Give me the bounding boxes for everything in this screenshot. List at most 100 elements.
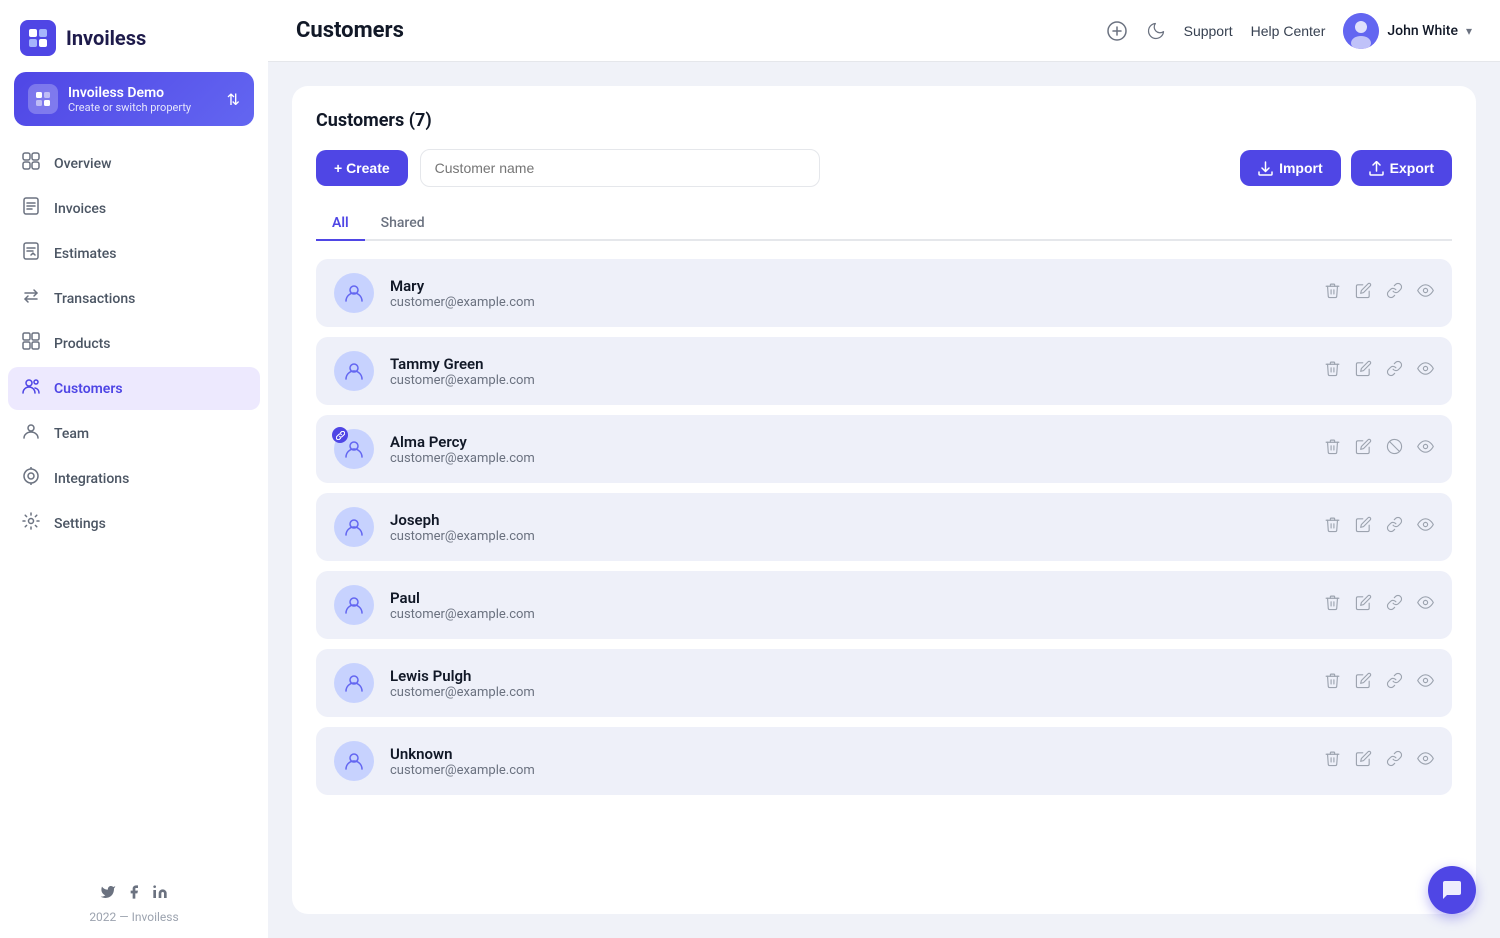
view-icon[interactable] — [1417, 438, 1434, 460]
delete-icon[interactable] — [1324, 594, 1341, 616]
view-icon[interactable] — [1417, 360, 1434, 382]
customer-row: Joseph customer@example.com — [316, 493, 1452, 561]
customer-info: Joseph customer@example.com — [390, 511, 1308, 544]
ban-icon[interactable] — [1386, 438, 1403, 460]
dark-mode-button[interactable] — [1146, 21, 1166, 41]
customer-name: Alma Percy — [390, 433, 1308, 451]
property-text: Invoiless Demo Create or switch property — [68, 85, 217, 114]
customer-email: customer@example.com — [390, 295, 1308, 310]
help-center-button[interactable]: Help Center — [1251, 23, 1326, 39]
sidebar-item-settings[interactable]: Settings — [8, 502, 260, 545]
edit-icon[interactable] — [1355, 282, 1372, 304]
edit-icon[interactable] — [1355, 516, 1372, 538]
export-button[interactable]: Export — [1351, 150, 1452, 186]
property-name: Invoiless Demo — [68, 85, 217, 101]
edit-icon[interactable] — [1355, 594, 1372, 616]
link-icon[interactable] — [1386, 360, 1403, 382]
content-area: Customers (7) + Create Import — [268, 62, 1500, 938]
create-button[interactable]: + Create — [316, 150, 408, 186]
edit-icon[interactable] — [1355, 750, 1372, 772]
delete-icon[interactable] — [1324, 360, 1341, 382]
view-icon[interactable] — [1417, 672, 1434, 694]
topbar: Customers Support Help Center — [268, 0, 1500, 62]
link-icon[interactable] — [1386, 750, 1403, 772]
main-area: Customers Support Help Center — [268, 0, 1500, 938]
delete-icon[interactable] — [1324, 516, 1341, 538]
customer-info: Unknown customer@example.com — [390, 745, 1308, 778]
sidebar-footer: 2022 — Invoiless — [0, 870, 268, 938]
customer-actions — [1324, 516, 1434, 538]
settings-icon — [20, 512, 42, 535]
overview-icon — [20, 152, 42, 175]
link-icon[interactable] — [1386, 516, 1403, 538]
sidebar-item-label: Products — [54, 336, 111, 352]
sidebar-item-customers[interactable]: Customers — [8, 367, 260, 410]
tab-shared[interactable]: Shared — [365, 207, 441, 241]
property-switcher[interactable]: Invoiless Demo Create or switch property… — [14, 72, 254, 126]
customer-email: customer@example.com — [390, 763, 1308, 778]
logo-area: Invoiless — [0, 0, 268, 72]
user-menu[interactable]: John White ▾ — [1343, 13, 1472, 49]
sidebar-item-team[interactable]: Team — [8, 412, 260, 455]
sidebar-item-estimates[interactable]: Estimates — [8, 232, 260, 275]
delete-icon[interactable] — [1324, 282, 1341, 304]
customer-info: Alma Percy customer@example.com — [390, 433, 1308, 466]
delete-icon[interactable] — [1324, 438, 1341, 460]
sidebar-item-overview[interactable]: Overview — [8, 142, 260, 185]
sidebar-item-transactions[interactable]: Transactions — [8, 277, 260, 320]
customer-actions — [1324, 360, 1434, 382]
integrations-icon — [20, 467, 42, 490]
add-button[interactable] — [1106, 20, 1128, 42]
search-input[interactable] — [420, 149, 820, 187]
edit-icon[interactable] — [1355, 672, 1372, 694]
delete-icon[interactable] — [1324, 672, 1341, 694]
view-icon[interactable] — [1417, 282, 1434, 304]
customer-email: customer@example.com — [390, 607, 1308, 622]
import-button[interactable]: Import — [1240, 150, 1341, 186]
sidebar-item-integrations[interactable]: Integrations — [8, 457, 260, 500]
link-icon[interactable] — [1386, 594, 1403, 616]
chat-bubble[interactable] — [1428, 866, 1476, 914]
nav-section: Overview Invoices — [0, 142, 268, 870]
customer-actions — [1324, 750, 1434, 772]
customer-avatar — [334, 273, 374, 313]
customer-name: Lewis Pulgh — [390, 667, 1308, 685]
tab-all[interactable]: All — [316, 207, 365, 241]
property-icon — [28, 84, 58, 114]
edit-icon[interactable] — [1355, 438, 1372, 460]
logo-text: Invoiless — [66, 26, 146, 50]
tabs: All Shared — [316, 207, 1452, 241]
view-icon[interactable] — [1417, 750, 1434, 772]
delete-icon[interactable] — [1324, 750, 1341, 772]
estimates-icon — [20, 242, 42, 265]
user-menu-chevron-icon: ▾ — [1466, 24, 1472, 38]
view-icon[interactable] — [1417, 516, 1434, 538]
customer-row: Unknown customer@example.com — [316, 727, 1452, 795]
sidebar-item-label: Team — [54, 426, 89, 442]
link-badge-icon — [332, 427, 348, 443]
content-card: Customers (7) + Create Import — [292, 86, 1476, 914]
sidebar-item-products[interactable]: Products — [8, 322, 260, 365]
topbar-actions: Support Help Center John White ▾ — [1106, 13, 1472, 49]
customers-icon — [20, 377, 42, 400]
link-icon[interactable] — [1386, 672, 1403, 694]
view-icon[interactable] — [1417, 594, 1434, 616]
sidebar-item-label: Settings — [54, 516, 106, 532]
customer-actions — [1324, 438, 1434, 460]
invoices-icon — [20, 197, 42, 220]
toolbar: + Create Import — [316, 149, 1452, 187]
sidebar-item-label: Customers — [54, 381, 123, 397]
support-button[interactable]: Support — [1184, 23, 1233, 39]
sidebar-item-invoices[interactable]: Invoices — [8, 187, 260, 230]
customer-avatar — [334, 351, 374, 391]
customer-avatar — [334, 663, 374, 703]
twitter-icon[interactable] — [100, 884, 116, 904]
page-title: Customers — [296, 18, 1090, 43]
edit-icon[interactable] — [1355, 360, 1372, 382]
link-icon[interactable] — [1386, 282, 1403, 304]
customer-info: Mary customer@example.com — [390, 277, 1308, 310]
facebook-icon[interactable] — [126, 884, 142, 904]
linkedin-icon[interactable] — [152, 884, 168, 904]
customer-name: Joseph — [390, 511, 1308, 529]
customer-name: Tammy Green — [390, 355, 1308, 373]
